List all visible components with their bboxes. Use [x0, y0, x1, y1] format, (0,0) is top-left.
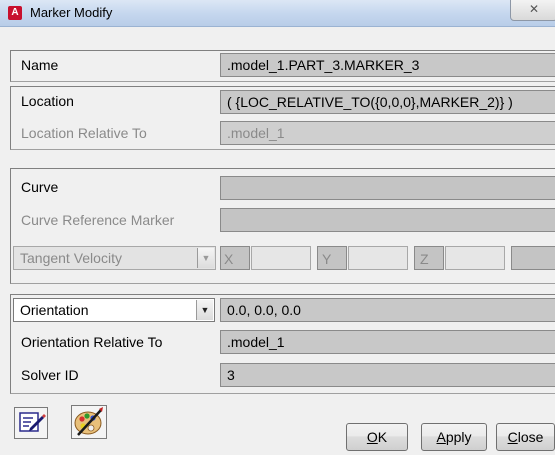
tangent-velocity-z-field[interactable]: [445, 246, 505, 270]
curve-reference-marker-field[interactable]: [220, 208, 555, 232]
orientation-relative-to-label: Orientation Relative To: [21, 334, 163, 350]
close-label-rest: lose: [517, 429, 544, 445]
y-box: Y: [317, 246, 347, 270]
curve-panel: Curve Curve Reference Marker Tangent Vel…: [10, 168, 555, 284]
edit-notes-button[interactable]: [14, 407, 48, 439]
solver-id-field[interactable]: 3: [220, 363, 555, 387]
x-label: X: [224, 251, 234, 267]
location-field[interactable]: ( {LOC_RELATIVE_TO({0,0,0},MARKER_2)} ): [220, 90, 555, 114]
orientation-select-text: Orientation: [20, 302, 89, 318]
curve-field[interactable]: [220, 176, 555, 200]
window-title: Marker Modify: [30, 5, 113, 20]
appearance-palette-icon: [74, 407, 103, 436]
apply-mnemonic: A: [436, 429, 446, 445]
y-label: Y: [322, 251, 332, 267]
window-close-button[interactable]: ✕: [510, 0, 555, 21]
curve-label: Curve: [21, 179, 59, 195]
location-relative-to-label: Location Relative To: [21, 125, 147, 141]
ok-mnemonic: O: [366, 429, 378, 445]
orientation-field[interactable]: 0.0, 0.0, 0.0: [220, 298, 555, 322]
orientation-select[interactable]: Orientation ▼: [13, 298, 215, 322]
name-label: Name: [21, 57, 59, 73]
tangent-velocity-y-field[interactable]: [348, 246, 408, 270]
location-panel: Location ( {LOC_RELATIVE_TO({0,0,0},MARK…: [10, 86, 555, 150]
close-button[interactable]: Close: [496, 423, 555, 451]
apply-label-rest: pply: [445, 429, 472, 445]
x-box: X: [220, 246, 250, 270]
solver-id-label: Solver ID: [21, 367, 79, 383]
app-icon: A: [8, 6, 22, 20]
edit-notes-icon: [19, 412, 46, 432]
tangent-velocity-select[interactable]: Tangent Velocity ▼: [13, 246, 216, 270]
name-field[interactable]: .model_1.PART_3.MARKER_3: [220, 53, 555, 77]
appearance-button[interactable]: [71, 405, 107, 439]
ok-label-rest: K: [377, 429, 388, 445]
location-label: Location: [21, 93, 74, 109]
close-mnemonic: C: [507, 429, 518, 445]
title-bar: A Marker Modify ✕: [0, 0, 555, 27]
z-box: Z: [414, 246, 444, 270]
z-label: Z: [420, 251, 429, 267]
tangent-velocity-select-text: Tangent Velocity: [20, 250, 122, 266]
xyz-trailing-box: [511, 246, 555, 270]
curve-reference-marker-label: Curve Reference Marker: [21, 212, 175, 228]
location-relative-to-field[interactable]: .model_1: [220, 121, 555, 145]
name-panel: Name .model_1.PART_3.MARKER_3: [10, 50, 555, 82]
ok-button[interactable]: OK: [346, 423, 408, 451]
tangent-velocity-x-field[interactable]: [251, 246, 311, 270]
chevron-down-icon: ▼: [197, 248, 214, 268]
orientation-relative-to-field[interactable]: .model_1: [220, 330, 555, 354]
orientation-panel: Orientation ▼ 0.0, 0.0, 0.0 Orientation …: [10, 294, 555, 394]
chevron-down-icon: ▼: [196, 300, 213, 320]
apply-button[interactable]: Apply: [421, 423, 487, 451]
